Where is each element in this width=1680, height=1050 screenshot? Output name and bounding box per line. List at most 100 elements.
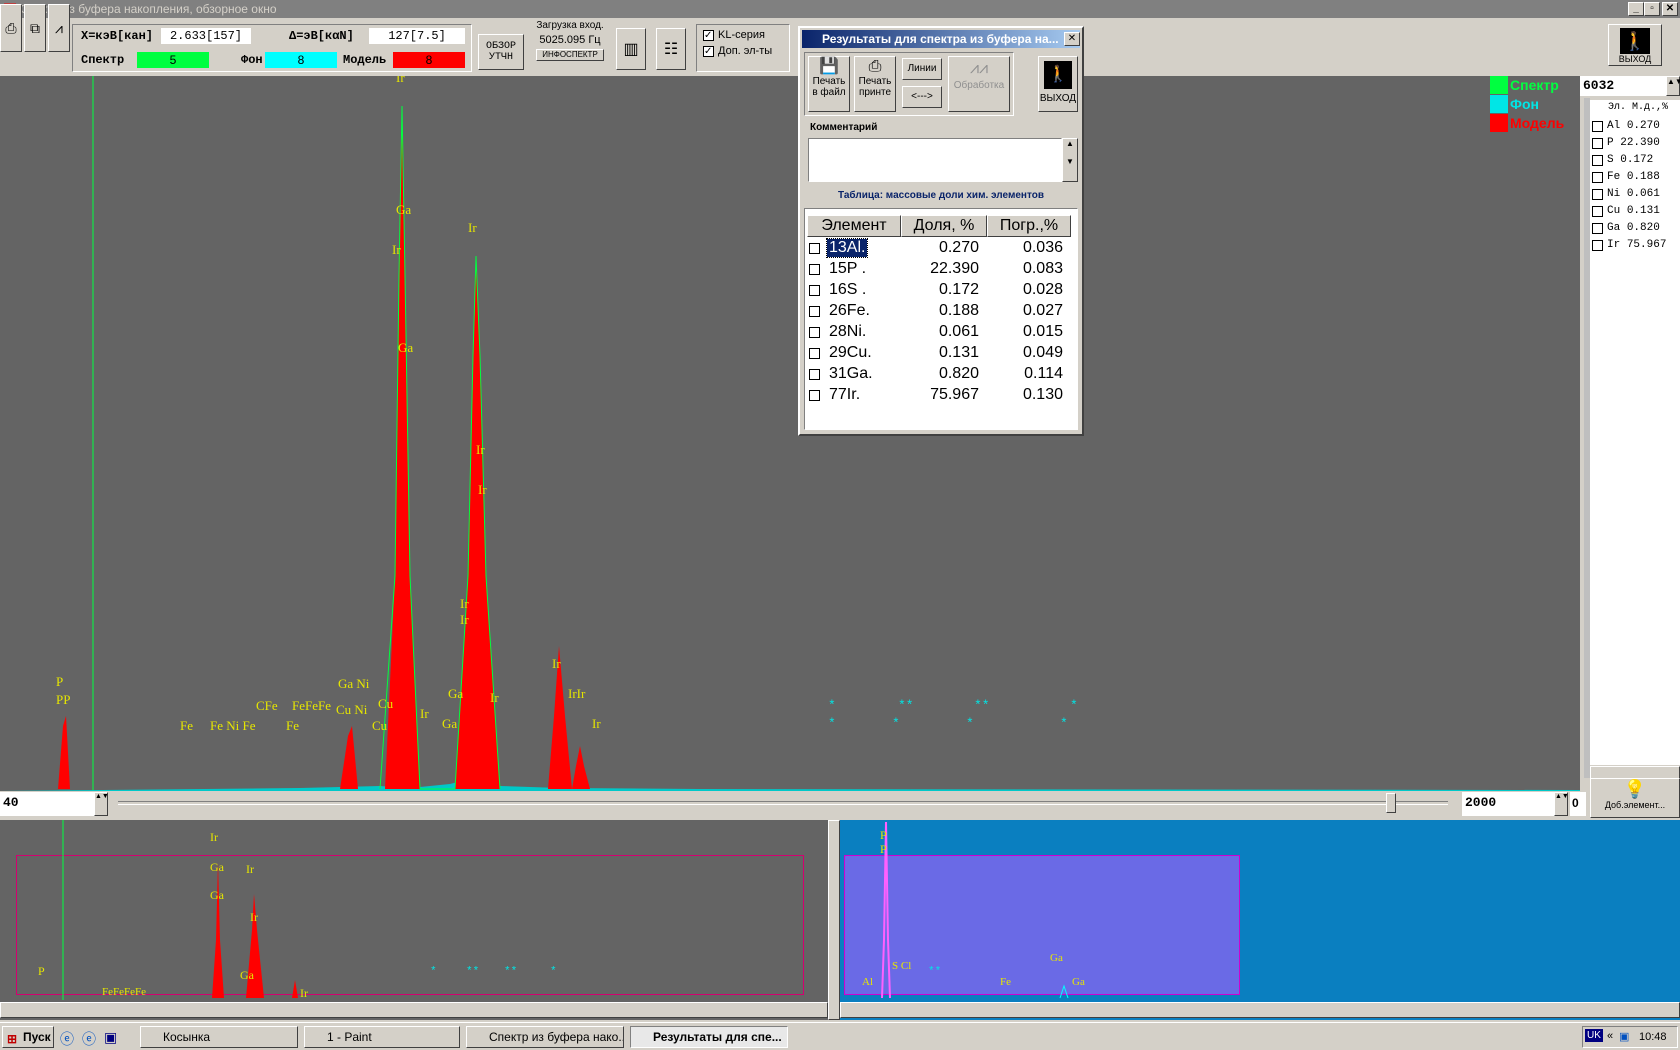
row-checkbox[interactable] (809, 285, 820, 296)
language-indicator[interactable]: UK (1585, 1029, 1603, 1042)
maximize-button[interactable]: ▫ (1644, 2, 1660, 16)
row-checkbox[interactable] (809, 264, 820, 275)
element-list-header: Эл. М.д.,% (1608, 102, 1669, 113)
walking-man-icon: 🚶 (1044, 61, 1072, 89)
table-row[interactable]: 28Ni. 0.061 0.015 (805, 323, 1075, 344)
table-row[interactable]: 15P . 22.390 0.083 (805, 260, 1075, 281)
element-checkbox[interactable] (1592, 205, 1603, 217)
tray-chevron-icon[interactable]: « (1607, 1030, 1613, 1042)
label-pp: PP (56, 692, 71, 707)
element-checkbox[interactable] (1592, 188, 1603, 200)
row-checkbox[interactable] (809, 327, 820, 338)
table-row[interactable]: 16S . 0.172 0.028 (805, 281, 1075, 302)
browser-icon[interactable]: ⓔ (60, 1029, 74, 1049)
element-item-fe[interactable]: Fe 0.188 (1592, 169, 1660, 185)
infospectr-button[interactable]: ИНФОСПЕКТР (536, 49, 604, 61)
clock[interactable]: 10:48 (1639, 1031, 1667, 1043)
spectrum-value[interactable]: 5 (137, 52, 209, 68)
row-checkbox[interactable] (809, 243, 820, 254)
element-checkbox[interactable] (1592, 171, 1603, 183)
start-button[interactable]: ⊞ Пуск (2, 1026, 54, 1048)
add-element-button[interactable]: 💡 Доб.элемент... (1590, 778, 1680, 818)
spectrum-svg (0, 76, 1580, 791)
element-item-p[interactable]: P 22.390 (1592, 135, 1660, 151)
counts-field[interactable]: 6032 (1580, 76, 1666, 96)
range-thumb[interactable] (1386, 793, 1396, 813)
element-item-s[interactable]: S 0.172 (1592, 152, 1653, 168)
task-paint[interactable]: 1 - Paint (304, 1026, 460, 1048)
col-error-header[interactable]: Погр.,% (987, 215, 1071, 237)
label-ga-4: Ga (442, 716, 458, 731)
col-element-header[interactable]: Элемент (807, 215, 901, 237)
spectrum-plot[interactable]: Ir Ga Ir Ga Ir Ir Ir Ir Ir Ga Ir Ir IrIr… (0, 76, 1580, 791)
close-button[interactable]: ✕ (1662, 2, 1678, 16)
split-view-icon[interactable]: ▥ (616, 28, 646, 70)
copy-icon[interactable]: ⧉ (24, 4, 46, 52)
element-item-ir[interactable]: Ir 75.967 (1592, 237, 1666, 253)
overview-refine-button[interactable]: ОБЗОР УТЧН (478, 34, 524, 70)
print-printer-button[interactable]: ⎙ Печать принте (854, 56, 896, 112)
counts-spinner[interactable]: ▲▼ (1666, 76, 1680, 96)
element-checkbox[interactable] (1592, 137, 1603, 149)
element-item-ga[interactable]: Ga 0.820 (1592, 220, 1660, 236)
row-checkbox[interactable] (809, 306, 820, 317)
element-checkbox[interactable] (1592, 154, 1603, 166)
table-row[interactable]: 26Fe. 0.188 0.027 (805, 302, 1075, 323)
legend-spectrum-label: Спектр (1510, 77, 1559, 93)
range-max-field[interactable]: 2000 (1462, 792, 1554, 816)
row-checkbox[interactable] (809, 348, 820, 359)
print-icon[interactable]: ⎙ (0, 4, 22, 52)
exit-top-button[interactable]: 🚶 ВЫХОД (1608, 24, 1662, 66)
table-row[interactable]: 77Ir. 75.967 0.130 (805, 386, 1075, 407)
overview-left-plot[interactable]: Ir Ga Ir Ga Ir Ga P FeFeFeFe Ir * ** ** … (0, 820, 828, 1020)
comment-textarea[interactable] (808, 138, 1062, 182)
overview-right-hscroll[interactable] (840, 1002, 1680, 1018)
label-ga-2: Ga (398, 340, 414, 355)
range-track[interactable] (118, 801, 1448, 805)
network-icon[interactable]: ▣ (1619, 1030, 1629, 1043)
background-value[interactable]: 8 (265, 52, 337, 68)
label-ga-1: Ga (396, 202, 412, 217)
table-row[interactable]: 13Al. 0.270 0.036 (805, 238, 1075, 260)
chart-icon[interactable]: ⩘ (48, 4, 70, 52)
range-max-spinner[interactable]: ▲▼ (1554, 792, 1569, 816)
cursor-readout: X=кэВ[кан] 2.633[157] Δ=эВ[кαN] 127[7.5]… (72, 24, 472, 72)
range-right-field[interactable]: 0 (1570, 792, 1586, 816)
lines-button[interactable]: Линии (902, 58, 942, 80)
print-file-button[interactable]: 💾 Печать в файл (808, 56, 850, 112)
columns-icon[interactable]: ☷ (656, 28, 686, 70)
dialog-exit-button[interactable]: 🚶 ВЫХОД (1038, 56, 1078, 112)
element-item-cu[interactable]: Cu 0.131 (1592, 203, 1660, 219)
row-checkbox[interactable] (809, 390, 820, 401)
label-ir-1: Ir (396, 76, 405, 85)
extra-elements-checkbox[interactable]: ✓ Доп. эл-ты (703, 45, 772, 57)
comment-scrollbar[interactable]: ▲ ▼ (1062, 138, 1078, 182)
range-min-field[interactable]: 40 (0, 792, 94, 816)
task-solitaire[interactable]: Косынка (140, 1026, 298, 1048)
overview-left-hscroll[interactable] (0, 1002, 828, 1018)
col-share-header[interactable]: Доля, % (901, 215, 987, 237)
table-row[interactable]: 31Ga. 0.820 0.114 (805, 365, 1075, 386)
model-value[interactable]: 8 (393, 52, 465, 68)
save-icon[interactable]: ▣ (104, 1029, 117, 1046)
task-spectrum[interactable]: Спектр из буфера нако... (466, 1026, 624, 1048)
element-checkbox[interactable] (1592, 222, 1603, 234)
overview-label-fe-row: FeFeFeFe (102, 986, 146, 998)
label-ir-5: Ir (478, 482, 487, 497)
element-item-al[interactable]: Al 0.270 (1592, 118, 1660, 134)
element-item-ni[interactable]: Ni 0.061 (1592, 186, 1660, 202)
kl-series-checkbox[interactable]: ✓ KL-серия (703, 29, 765, 41)
element-checkbox[interactable] (1592, 239, 1603, 251)
task-results[interactable]: Результаты для спе... (630, 1026, 788, 1048)
explorer-icon[interactable]: ⓔ (82, 1029, 96, 1049)
processing-button[interactable]: ⩘⩘ Обработка (948, 56, 1010, 112)
row-checkbox[interactable] (809, 369, 820, 380)
dialog-close-button[interactable]: ✕ (1064, 32, 1080, 46)
overview-vscroll[interactable] (828, 820, 840, 1020)
range-min-spinner[interactable]: ▲▼ (94, 792, 109, 816)
minimize-button[interactable]: _ (1628, 2, 1644, 16)
overview-right-plot[interactable]: P P S Cl Al Ga Ga Fe ** (840, 820, 1680, 1020)
table-row[interactable]: 29Cu. 0.131 0.049 (805, 344, 1075, 365)
arrows-button[interactable]: <---> (902, 86, 942, 108)
element-checkbox[interactable] (1592, 120, 1603, 132)
